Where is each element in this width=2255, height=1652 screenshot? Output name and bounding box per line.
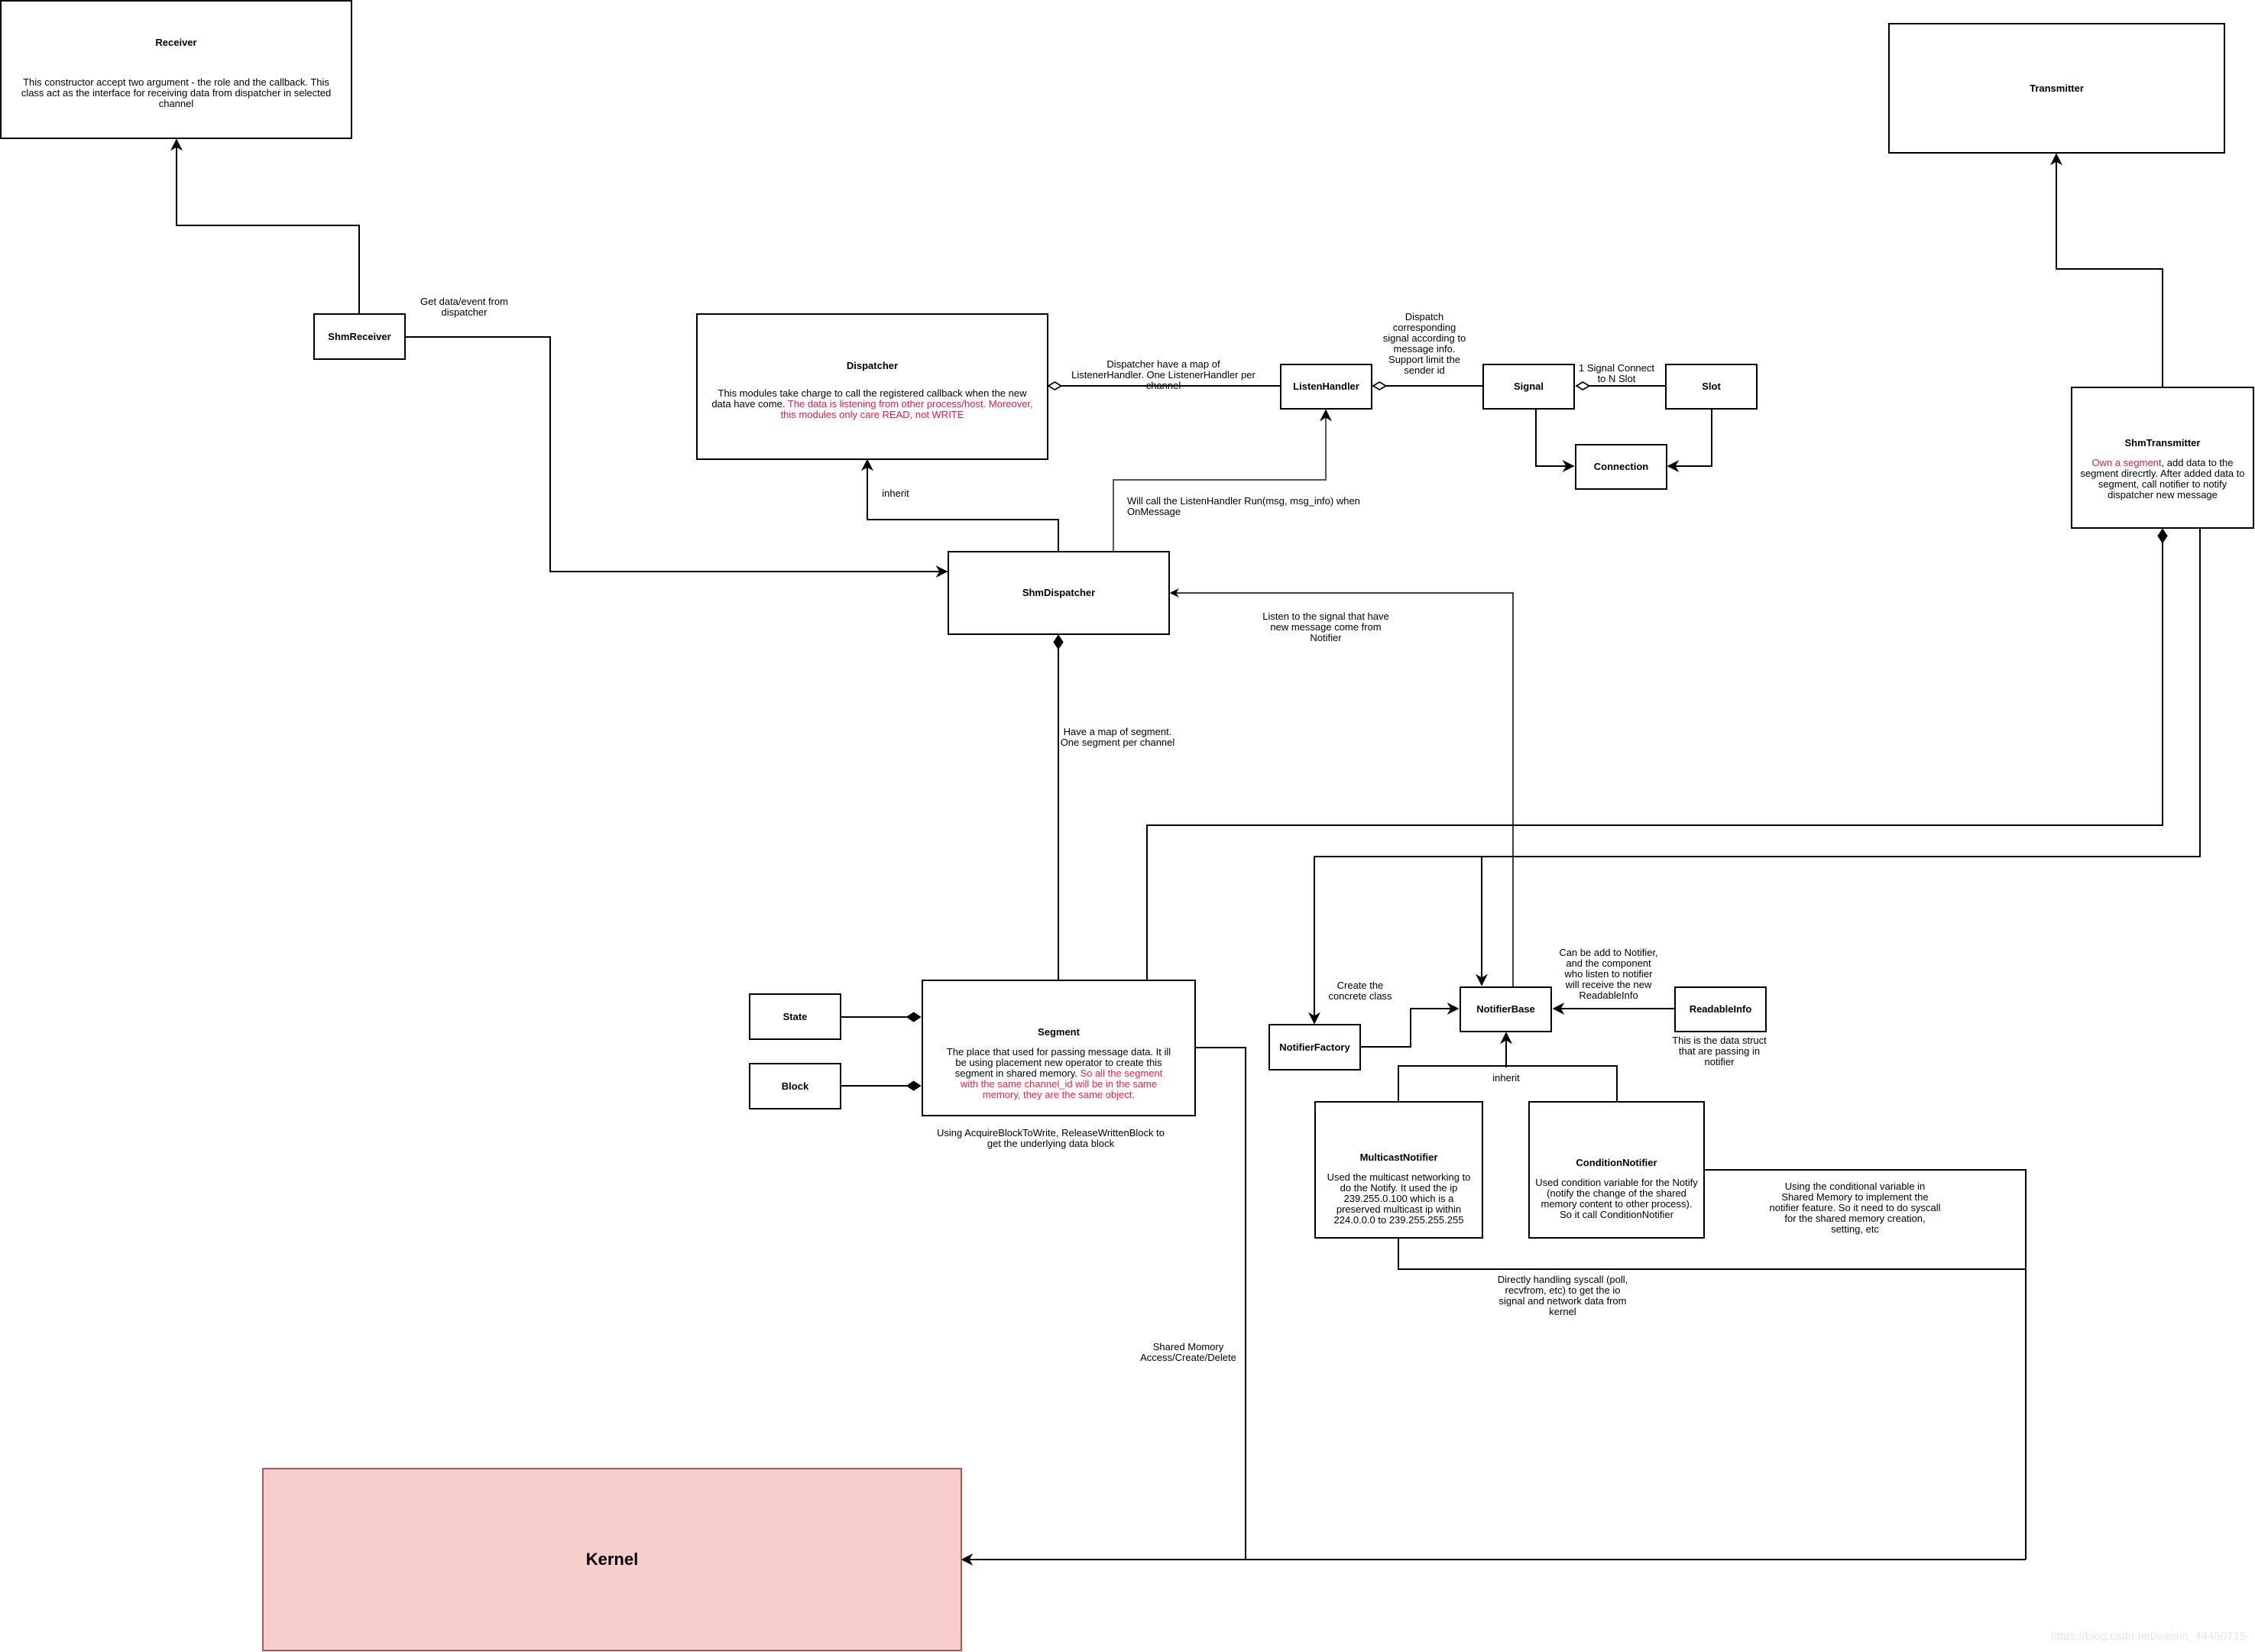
label-acquire-block: Using AcquireBlockToWrite, ReleaseWritte… (937, 1127, 1165, 1149)
label-syscall: Directly handling syscall (poll, recvfro… (1497, 1274, 1628, 1317)
notifierfactory-title: NotifierFactory (1279, 1041, 1350, 1053)
edge-shmtransmitter-notifierfactory (1308, 528, 2201, 1025)
listenhandler-node[interactable]: ListenHandler (1280, 364, 1372, 410)
readableinfo-node[interactable]: ReadableInfo (1674, 986, 1767, 1032)
notifierfactory-node[interactable]: NotifierFactory (1268, 1024, 1361, 1071)
label-dispatcher-map: Dispatcher have a map of ListenerHandler… (1071, 358, 1255, 391)
shmdispatcher-title: ShmDispatcher (1022, 587, 1096, 598)
multicastnotifier-node[interactable]: MulticastNotifier Used the multicast net… (1314, 1101, 1483, 1239)
label-inherit-notifier: inherit (1492, 1072, 1520, 1084)
slot-node[interactable]: Slot (1665, 364, 1758, 410)
connection-node[interactable]: Connection (1575, 444, 1667, 490)
connection-title: Connection (1593, 461, 1649, 472)
watermark: https://blog.csdn.net/weixin_44450715 (2050, 1630, 2246, 1643)
edge-slot-connection (1667, 409, 1712, 472)
conditionnotifier-desc: Used condition variable for the Notify (… (1535, 1177, 1698, 1220)
transmitter-node[interactable]: Transmitter (1888, 23, 2225, 154)
edge-notifierfactory-notifierbase (1360, 1003, 1460, 1048)
shmtransmitter-node[interactable]: ShmTransmitter Own a segment, add data t… (2071, 387, 2254, 529)
edge-multicast-kernel (1398, 1238, 2026, 1270)
segment-title: Segment (1038, 1025, 1080, 1038)
notifierbase-node[interactable]: NotifierBase (1460, 986, 1552, 1032)
block-node[interactable]: Block (749, 1063, 841, 1109)
label-readable-struct: This is the data struct that are passing… (1672, 1035, 1767, 1067)
kernel-node[interactable]: Kernel (262, 1468, 962, 1651)
label-map-segment: Have a map of segment. One segment per c… (1060, 726, 1175, 748)
label-cond-var-shm: Using the conditional variable in Shared… (1769, 1181, 1941, 1235)
dispatcher-desc: This modules take charge to call the reg… (708, 388, 1036, 420)
shmtransmitter-desc-highlight: Own a segment (2091, 457, 2162, 468)
label-inherit-dispatcher: inherit (882, 488, 909, 499)
conditionnotifier-title: ConditionNotifier (1576, 1157, 1657, 1168)
shmreceiver-title: ShmReceiver (328, 330, 391, 342)
signal-node[interactable]: Signal (1482, 364, 1575, 410)
shmtransmitter-title: ShmTransmitter (2124, 437, 2201, 449)
kernel-title: Kernel (585, 1550, 639, 1569)
state-node[interactable]: State (749, 993, 841, 1040)
edge-inherit-notifierbase (1398, 1033, 1618, 1101)
shmtransmitter-desc: Own a segment, add data to the segment d… (2078, 458, 2247, 500)
notifierbase-title: NotifierBase (1476, 1003, 1535, 1015)
block-title: Block (781, 1080, 809, 1092)
receiver-title: Receiver (155, 37, 197, 48)
label-create-concrete: Create the concrete class (1328, 980, 1392, 1002)
readableinfo-title: ReadableInfo (1689, 1003, 1752, 1015)
label-readable-add: Can be add to Notifier, and the componen… (1559, 947, 1658, 1001)
label-shm-access: Shared Momory Access/Create/Delete (1140, 1341, 1236, 1363)
label-signal-slot: 1 Signal Connect to N Slot (1578, 362, 1654, 384)
edge-signal-connection (1535, 409, 1575, 472)
slot-title: Slot (1702, 381, 1721, 392)
connector-layer (170, 138, 2201, 1566)
dispatcher-node[interactable]: Dispatcher This modules take charge to c… (696, 313, 1048, 460)
edge-shmreceiver-receiver (170, 138, 360, 313)
receiver-node[interactable]: Receiver This constructor accept two arg… (0, 0, 352, 139)
signal-title: Signal (1513, 381, 1544, 392)
edge-segment-kernel (1195, 1047, 1246, 1560)
edge-shmdispatcher-listenhandler (1113, 409, 1332, 551)
multicastnotifier-title: MulticastNotifier (1359, 1152, 1438, 1163)
dispatcher-title: Dispatcher (846, 360, 899, 371)
listenhandler-title: ListenHandler (1293, 381, 1359, 392)
shmdispatcher-node[interactable]: ShmDispatcher (948, 551, 1170, 635)
segment-node[interactable]: Segment The place that used for passing … (922, 980, 1196, 1116)
multicastnotifier-desc: Used the multicast networking to do the … (1327, 1171, 1471, 1226)
conditionnotifier-node[interactable]: ConditionNotifier Used condition variabl… (1528, 1101, 1705, 1239)
receiver-desc: This constructor accept two argument - t… (21, 76, 332, 109)
shmreceiver-node[interactable]: ShmReceiver (313, 313, 406, 360)
label-will-call: Will call the ListenHandler Run(msg, msg… (1127, 495, 1360, 517)
label-listen-signal: Listen to the signal that have new messa… (1262, 611, 1389, 643)
transmitter-title: Transmitter (2030, 82, 2084, 94)
dispatcher-desc-highlight: The data is listening from other process… (780, 398, 1033, 420)
state-title: State (782, 1010, 808, 1022)
label-dispatch-signal: Dispatch corresponding signal according … (1382, 311, 1466, 376)
edge-segment-shmtransmitter (1146, 528, 2168, 980)
label-get-data: Get data/event from dispatcher (420, 296, 508, 318)
edge-inherit-dispatcher (861, 458, 1059, 551)
edge-notifierbase-shmdispatcher (1169, 588, 1514, 986)
segment-desc: The place that used for passing message … (946, 1046, 1171, 1100)
edge-shmtransmitter-transmitter (2050, 153, 2163, 387)
